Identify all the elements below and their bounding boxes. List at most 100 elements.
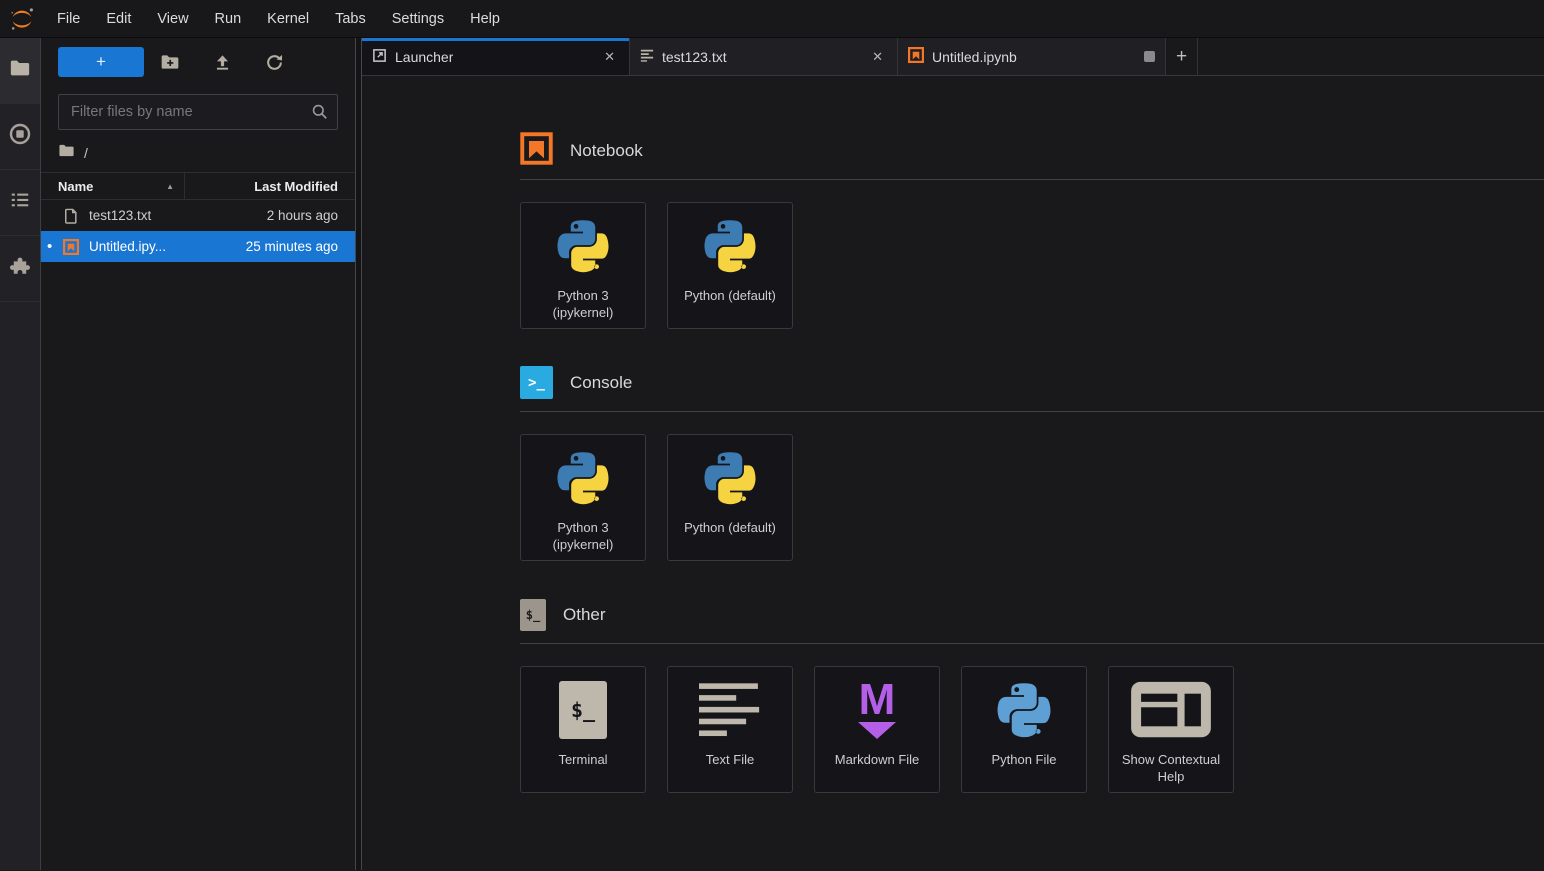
card-label: Text File [701, 752, 759, 769]
launcher-icon [372, 48, 387, 66]
section-title: Console [570, 373, 632, 393]
terminal-icon: $_ [520, 599, 546, 631]
notebook-icon [61, 239, 81, 255]
breadcrumb[interactable]: / [41, 134, 355, 172]
python-logo-icon [556, 216, 610, 276]
launcher-card-notebook-python-default[interactable]: Python (default) [667, 202, 793, 329]
console-icon: >_ [520, 366, 553, 399]
sidebar-tab-table-of-contents[interactable] [0, 170, 40, 236]
kernel-name: Python 3 (ipykernel) [521, 288, 645, 321]
card-label: Terminal [553, 752, 612, 769]
card-label: Show Contextual Help [1109, 752, 1233, 785]
launcher-card-console-python-default[interactable]: Python (default) [667, 434, 793, 561]
python-file-icon [996, 680, 1052, 740]
menu-run[interactable]: Run [202, 0, 255, 37]
left-activity-bar [0, 38, 41, 870]
new-launcher-button[interactable]: + [58, 47, 144, 77]
launcher-card-show-contextual-help[interactable]: Show Contextual Help [1108, 666, 1234, 793]
tab-label: test123.txt [662, 49, 727, 65]
launcher-card-notebook-python3-ipykernel[interactable]: Python 3 (ipykernel) [520, 202, 646, 329]
file-row-test123[interactable]: test123.txt 2 hours ago [41, 200, 355, 231]
menu-file[interactable]: File [44, 0, 93, 37]
file-modified: 2 hours ago [267, 208, 355, 223]
launcher-card-python-file[interactable]: Python File [961, 666, 1087, 793]
breadcrumb-root[interactable]: / [84, 145, 88, 161]
kernel-name: Python (default) [679, 520, 781, 537]
launcher-body: Notebook Python 3 (ipykernel) [362, 76, 1544, 870]
sort-ascending-icon: ▲ [166, 182, 174, 191]
jupyter-logo-icon [7, 4, 37, 34]
column-header-last-modified[interactable]: Last Modified [185, 179, 355, 194]
filter-files-input[interactable] [58, 94, 338, 130]
file-name: Untitled.ipy... [89, 239, 166, 254]
column-header-name[interactable]: Name ▲ [41, 179, 184, 194]
card-label: Python File [986, 752, 1061, 769]
text-file-icon [640, 48, 654, 65]
tab-label: Untitled.ipynb [932, 49, 1017, 65]
python-logo-icon [556, 448, 610, 508]
section-divider [520, 179, 1544, 180]
panel-splitter[interactable] [355, 38, 362, 870]
notebook-icon [908, 47, 924, 66]
folder-icon [9, 57, 31, 84]
refresh-file-list-button[interactable] [248, 47, 300, 77]
card-label: Markdown File [830, 752, 925, 769]
close-tab-icon[interactable]: ✕ [868, 47, 887, 67]
section-title: Notebook [570, 141, 643, 161]
tab-launcher[interactable]: Launcher ✕ [362, 38, 630, 75]
tab-test123-txt[interactable]: test123.txt ✕ [630, 38, 898, 75]
file-row-untitled-notebook[interactable]: • Untitled.ipy... 25 minutes ago [41, 231, 355, 262]
section-divider [520, 643, 1544, 644]
launcher-section-notebook: Notebook Python 3 (ipykernel) [520, 134, 1544, 329]
file-list-header: Name ▲ Last Modified [41, 172, 355, 200]
sidebar-tab-extensions[interactable] [0, 236, 40, 302]
menu-settings[interactable]: Settings [379, 0, 457, 37]
markdown-icon: M [858, 681, 896, 738]
main-dock-area: Launcher ✕ test123.txt ✕ [362, 38, 1544, 870]
contextual-help-icon [1130, 680, 1212, 740]
terminal-icon: $_ [559, 681, 607, 739]
launcher-card-markdown-file[interactable]: M Markdown File [814, 666, 940, 793]
running-kernels-icon [8, 122, 32, 151]
section-divider [520, 411, 1544, 412]
unsaved-indicator-icon[interactable] [1144, 51, 1155, 62]
upload-files-button[interactable] [196, 47, 248, 77]
filter-files-container [58, 94, 338, 130]
file-browser-panel: + [41, 38, 355, 870]
close-tab-icon[interactable]: ✕ [600, 47, 619, 67]
python-logo-icon [703, 216, 757, 276]
jupyter-logo [0, 0, 44, 37]
python-logo-icon [703, 448, 757, 508]
tab-untitled-ipynb[interactable]: Untitled.ipynb [898, 38, 1166, 75]
menu-help[interactable]: Help [457, 0, 513, 37]
menu-view[interactable]: View [144, 0, 201, 37]
notebook-icon [520, 132, 553, 170]
sidebar-tab-file-browser[interactable] [0, 38, 40, 104]
file-browser-toolbar: + [41, 38, 355, 86]
launcher-section-other: $_ Other $_ Terminal [520, 598, 1544, 793]
launcher-card-text-file[interactable]: Text File [667, 666, 793, 793]
launcher-card-terminal[interactable]: $_ Terminal [520, 666, 646, 793]
launcher-section-console: >_ Console Python 3 (ipyke [520, 366, 1544, 561]
new-folder-button[interactable] [144, 47, 196, 77]
menu-edit[interactable]: Edit [93, 0, 144, 37]
file-name: test123.txt [89, 208, 151, 223]
extensions-puzzle-icon [9, 255, 31, 282]
menu-kernel[interactable]: Kernel [254, 0, 322, 37]
kernel-name: Python 3 (ipykernel) [521, 520, 645, 553]
text-lines-icon [699, 680, 761, 740]
dock-tab-bar: Launcher ✕ test123.txt ✕ [362, 38, 1544, 76]
kernel-name: Python (default) [679, 288, 781, 305]
menu-bar: File Edit View Run Kernel Tabs Settings … [0, 0, 1544, 38]
new-tab-button[interactable]: + [1166, 38, 1198, 75]
table-of-contents-icon [9, 189, 31, 216]
section-title: Other [563, 605, 606, 625]
text-file-icon [61, 208, 81, 224]
sidebar-tab-running-kernels[interactable] [0, 104, 40, 170]
jupyterlab-window: File Edit View Run Kernel Tabs Settings … [0, 0, 1544, 871]
unsaved-changes-dot: • [47, 238, 52, 255]
home-folder-icon [58, 142, 75, 164]
menu-tabs[interactable]: Tabs [322, 0, 379, 37]
search-icon [310, 102, 329, 126]
launcher-card-console-python3-ipykernel[interactable]: Python 3 (ipykernel) [520, 434, 646, 561]
